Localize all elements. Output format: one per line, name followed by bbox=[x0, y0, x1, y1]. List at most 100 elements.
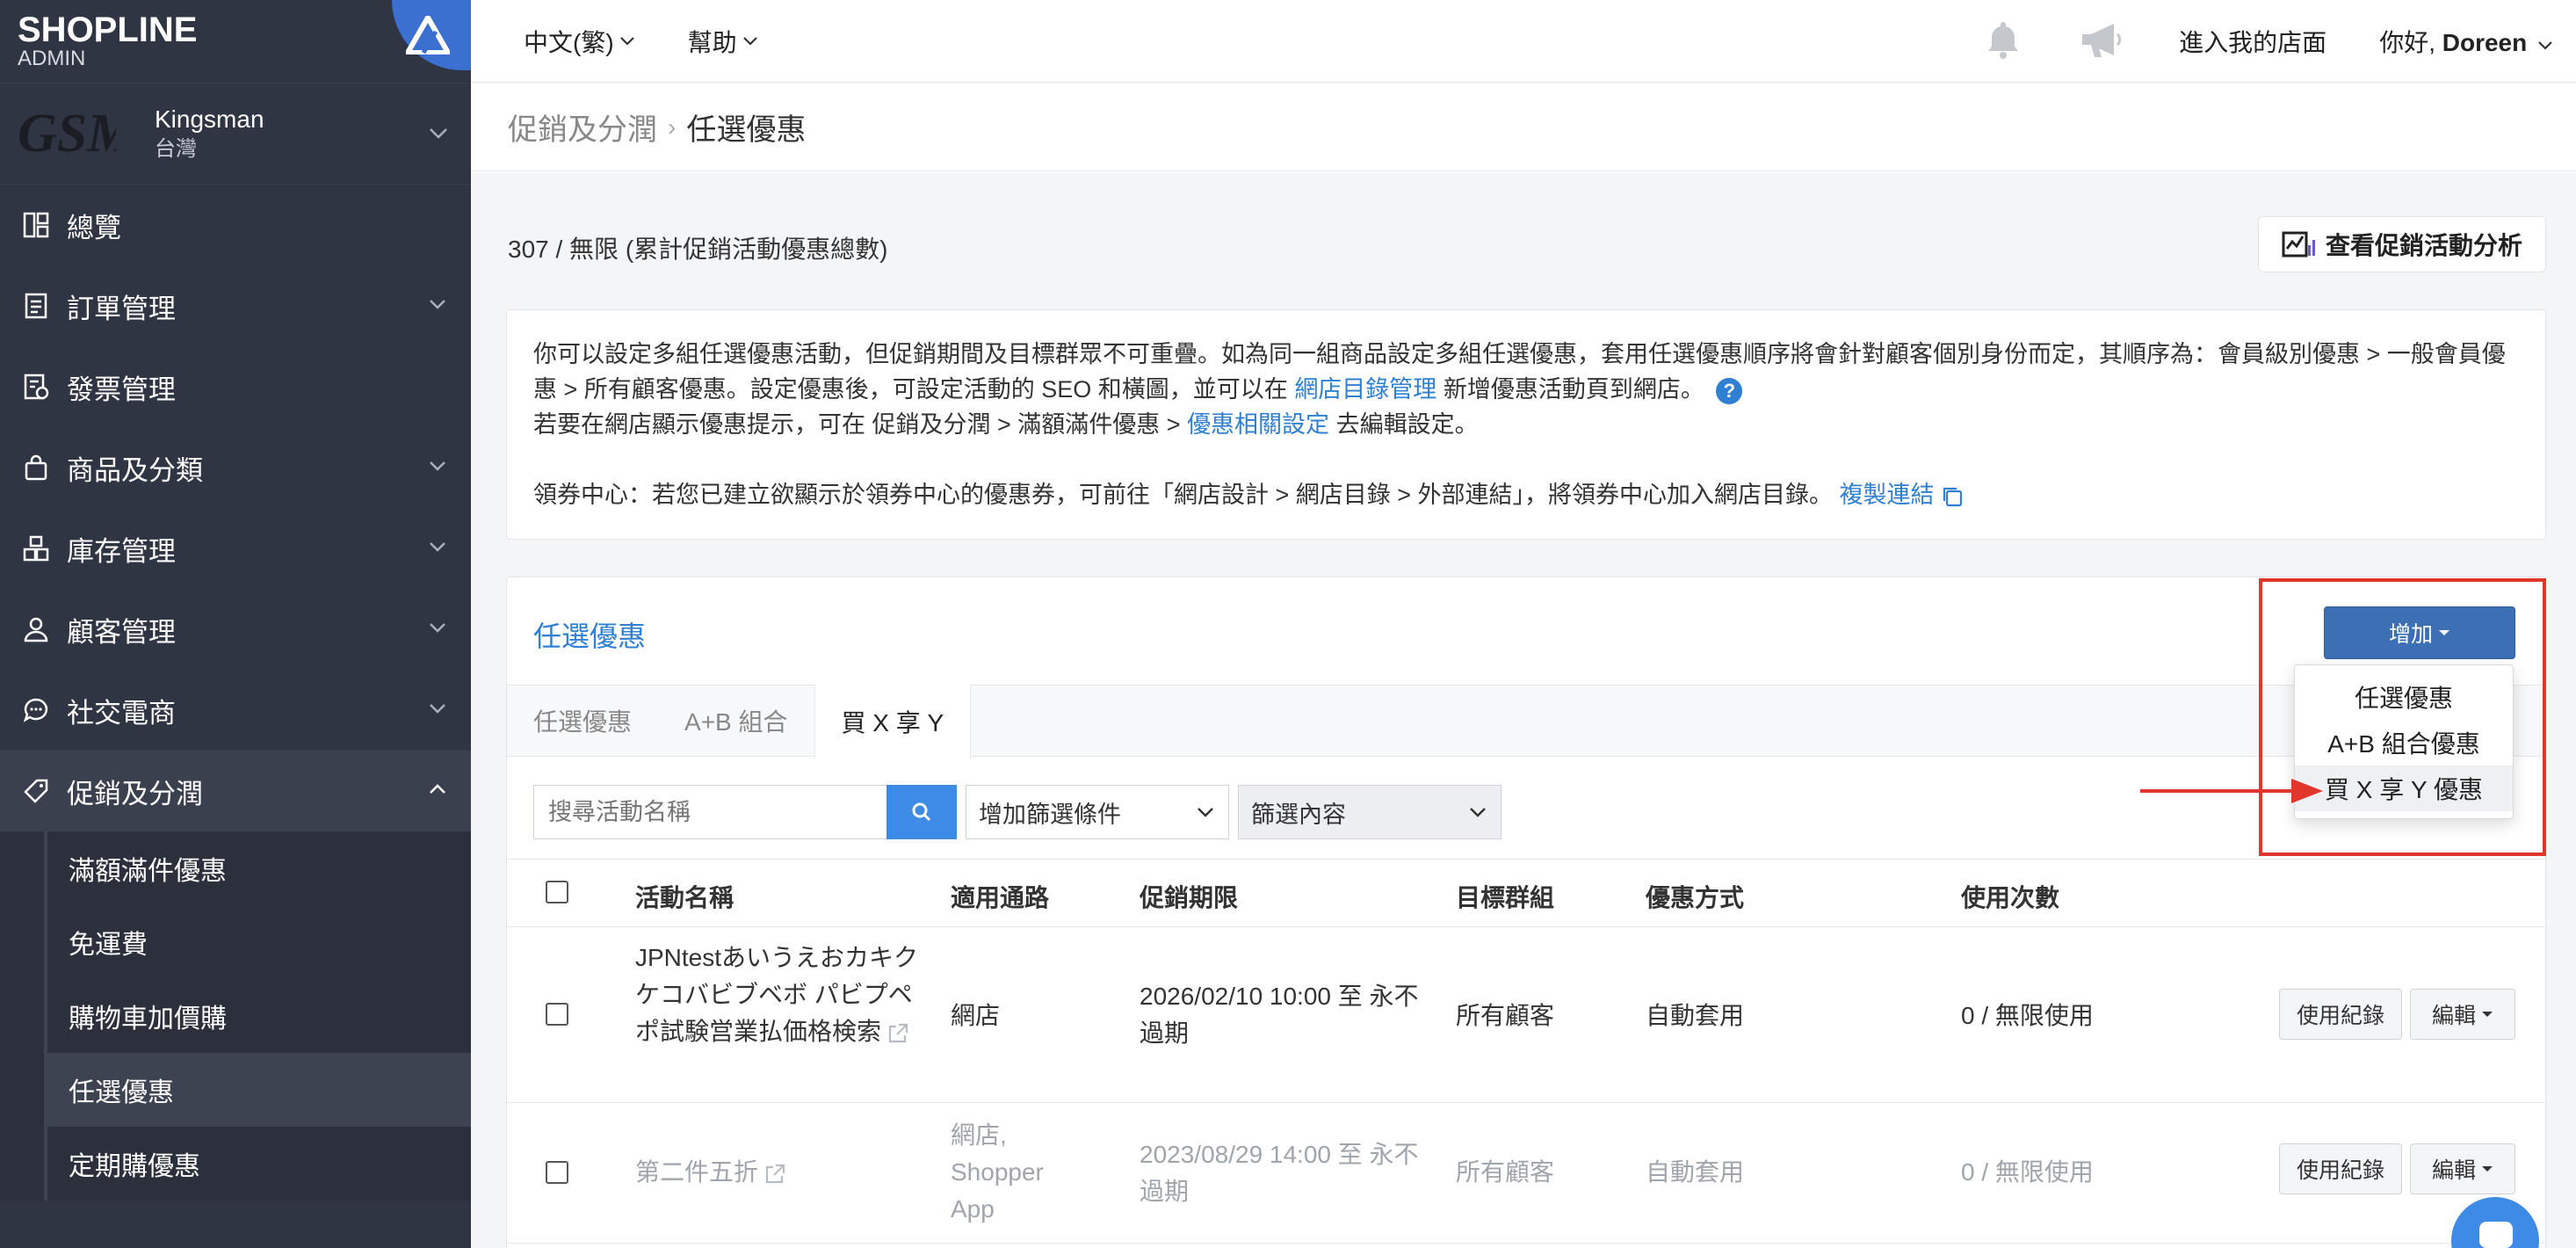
top-bar: 中文(繁) 幫助 進入我的店面 你好, Doreen bbox=[471, 0, 2576, 83]
select-all-checkbox[interactable] bbox=[546, 881, 568, 903]
sidebar-item-orders[interactable]: 訂單管理 bbox=[0, 265, 471, 346]
catalog-link[interactable]: 網店目錄管理 bbox=[1294, 376, 1436, 403]
sidebar-item-inventory[interactable]: 庫存管理 bbox=[0, 508, 471, 589]
promotion-table: 活動名稱 適用通路 促銷期限 目標群組 優惠方式 使用次數 JPNtestあいう… bbox=[507, 859, 2545, 1244]
sidebar-subitem-free-shipping[interactable]: 免運費 bbox=[44, 905, 471, 979]
sidebar-nav: 總覽 訂單管理 發票管理 商品及分類 庫存管理 顧客管理 社交電商 促銷及分潤 bbox=[0, 185, 471, 831]
external-link-icon[interactable] bbox=[886, 1022, 909, 1045]
notice-text-2: 若要在網店顯示優惠提示，可在 促銷及分潤 > 滿額滿件優惠 > bbox=[533, 411, 1181, 438]
sidebar-item-overview[interactable]: 總覽 bbox=[0, 185, 471, 265]
filter-condition-select[interactable]: 增加篩選條件 bbox=[966, 785, 1229, 839]
language-dropdown[interactable]: 中文(繁) bbox=[524, 24, 635, 59]
row-checkbox[interactable] bbox=[546, 1161, 568, 1184]
breadcrumb-parent[interactable]: 促銷及分潤 bbox=[508, 105, 657, 149]
breadcrumb: 促銷及分潤 › 任選優惠 bbox=[471, 83, 2576, 171]
help-icon[interactable]: ? bbox=[1716, 377, 1743, 404]
chevron-down-icon bbox=[742, 36, 757, 46]
sidebar-item-customers[interactable]: 顧客管理 bbox=[0, 589, 471, 670]
search-icon bbox=[912, 802, 931, 822]
info-notice: 你可以設定多組任選優惠活動，但促銷期間及目標群眾不可重疊。如為同一組商品設定多組… bbox=[506, 309, 2546, 540]
notice-text-1-end: 新增優惠活動頁到網店。 bbox=[1443, 376, 1704, 403]
promotion-count: 307 / 無限 (累計促銷活動優惠總數) bbox=[508, 236, 888, 263]
panel-title: 任選優惠 bbox=[533, 620, 647, 652]
copy-icon[interactable] bbox=[1941, 485, 1964, 508]
copy-link[interactable]: 複製連結 bbox=[1840, 482, 1935, 508]
tab-bundle[interactable]: 任選優惠 bbox=[507, 686, 658, 756]
promotion-target: 所有顧客 bbox=[1456, 1158, 1555, 1186]
sidebar-subitem-bundle[interactable]: 任選優惠 bbox=[44, 1053, 471, 1127]
user-name: Doreen bbox=[2442, 29, 2528, 56]
sidebar-subitem-addon[interactable]: 購物車加價購 bbox=[44, 979, 471, 1053]
invoice-icon bbox=[21, 372, 51, 402]
edit-button[interactable]: 編輯 bbox=[2410, 1143, 2515, 1194]
tab-ab-combo[interactable]: A+B 組合 bbox=[658, 686, 814, 756]
megaphone-icon[interactable] bbox=[2079, 18, 2126, 65]
caret-down-icon bbox=[2482, 1166, 2493, 1172]
external-link-icon[interactable] bbox=[763, 1163, 786, 1186]
promotion-method: 自動套用 bbox=[1646, 1158, 1745, 1186]
store-switcher[interactable]: GSM Kingsman 台灣 bbox=[0, 83, 471, 185]
sidebar-item-promotions[interactable]: 促銷及分潤 bbox=[0, 751, 471, 831]
sidebar-item-social[interactable]: 社交電商 bbox=[0, 670, 471, 751]
promotion-name-text: 第二件五折 bbox=[635, 1158, 759, 1186]
filter-content-select[interactable]: 篩選內容 bbox=[1238, 785, 1501, 839]
promotion-period: 2026/02/10 10:00 至 永不過期 bbox=[1140, 983, 1419, 1047]
sidebar-subitem-threshold[interactable]: 滿額滿件優惠 bbox=[44, 831, 471, 905]
greeting: 你好, bbox=[2379, 29, 2435, 56]
chat-icon bbox=[21, 695, 51, 725]
sidebar-item-label: 社交電商 bbox=[67, 697, 176, 729]
promotion-name[interactable]: JPNtestあいうえおカキクケコバビブベボ パビプペポ試験営業払価格検索 bbox=[635, 940, 925, 1050]
row-checkbox[interactable] bbox=[546, 1003, 568, 1026]
sidebar-item-invoices[interactable]: 發票管理 bbox=[0, 346, 471, 427]
chevron-down-icon bbox=[430, 128, 447, 139]
table-header: 活動名稱 適用通路 促銷期限 目標群組 優惠方式 使用次數 bbox=[507, 859, 2545, 927]
sidebar-item-label: 顧客管理 bbox=[67, 616, 176, 648]
table-row: JPNtestあいうえおカキクケコバビブベボ パビプペポ試験営業払価格検索 網店… bbox=[507, 927, 2545, 1103]
filter-bar: 增加篩選條件 篩選內容 bbox=[533, 785, 1501, 839]
bell-icon[interactable] bbox=[1982, 18, 2024, 65]
filter-content-label: 篩選內容 bbox=[1251, 801, 1346, 828]
sidebar-item-label: 促銷及分潤 bbox=[67, 778, 203, 809]
edit-button[interactable]: 編輯 bbox=[2410, 989, 2515, 1040]
brand[interactable]: SHOPLINE ADMIN bbox=[0, 0, 471, 83]
chevron-down-icon bbox=[430, 300, 445, 309]
language-label: 中文(繁) bbox=[524, 28, 614, 56]
usage-log-button[interactable]: 使用紀錄 bbox=[2279, 989, 2402, 1040]
sidebar-item-label: 商品及分類 bbox=[67, 454, 203, 486]
sidebar-item-label: 訂單管理 bbox=[67, 293, 176, 324]
user-icon bbox=[21, 614, 51, 644]
notice-paragraph-2: 若要在網店顯示優惠提示，可在 促銷及分潤 > 滿額滿件優惠 > 優惠相關設定 去… bbox=[533, 407, 2519, 442]
search-button[interactable] bbox=[886, 785, 957, 839]
add-button[interactable]: 增加 bbox=[2324, 606, 2515, 659]
sidebar-subitem-subscription[interactable]: 定期購優惠 bbox=[44, 1127, 471, 1201]
menu-item-bundle[interactable]: 任選優惠 bbox=[2295, 674, 2513, 720]
chevron-down-icon bbox=[1198, 808, 1213, 817]
notice-paragraph-1: 你可以設定多組任選優惠活動，但促銷期間及目標群眾不可重疊。如為同一組商品設定多組… bbox=[533, 337, 2519, 407]
promotion-name[interactable]: 第二件五折 bbox=[635, 1154, 786, 1191]
help-dropdown[interactable]: 幫助 bbox=[688, 24, 758, 59]
chevron-up-icon bbox=[430, 784, 445, 794]
settings-link[interactable]: 優惠相關設定 bbox=[1187, 411, 1329, 438]
caret-down-icon bbox=[2439, 630, 2449, 635]
page-title: 任選優惠 bbox=[686, 113, 807, 147]
menu-item-ab-combo[interactable]: A+B 組合優惠 bbox=[2295, 720, 2513, 765]
column-header-period: 促銷期限 bbox=[1140, 884, 1239, 911]
dashboard-icon bbox=[21, 210, 51, 240]
user-menu[interactable]: 你好, Doreen bbox=[2379, 24, 2553, 59]
edit-label: 編輯 bbox=[2431, 1158, 2476, 1183]
edit-label: 編輯 bbox=[2431, 1004, 2476, 1028]
enter-store-link[interactable]: 進入我的店面 bbox=[2179, 24, 2326, 59]
tab-buy-x-get-y[interactable]: 買 X 享 Y bbox=[814, 685, 972, 758]
search-input[interactable] bbox=[533, 785, 886, 839]
sidebar-item-products[interactable]: 商品及分類 bbox=[0, 427, 471, 508]
menu-item-buy-x-get-y[interactable]: 買 X 享 Y 優惠 bbox=[2295, 765, 2513, 811]
breadcrumb-separator: › bbox=[668, 112, 677, 141]
promotion-method: 自動套用 bbox=[1646, 1002, 1745, 1029]
usage-log-button[interactable]: 使用紀錄 bbox=[2279, 1143, 2402, 1194]
chat-icon bbox=[2479, 1222, 2513, 1248]
sidebar: SHOPLINE ADMIN GSM Kingsman 台灣 總覽 訂單管理 發… bbox=[0, 0, 471, 1248]
store-region: 台灣 bbox=[155, 137, 197, 161]
caret-down-icon bbox=[2482, 1012, 2493, 1017]
analytics-button[interactable]: 查看促銷活動分析 bbox=[2257, 216, 2546, 272]
promotion-channel: 網店 bbox=[951, 1002, 1001, 1029]
